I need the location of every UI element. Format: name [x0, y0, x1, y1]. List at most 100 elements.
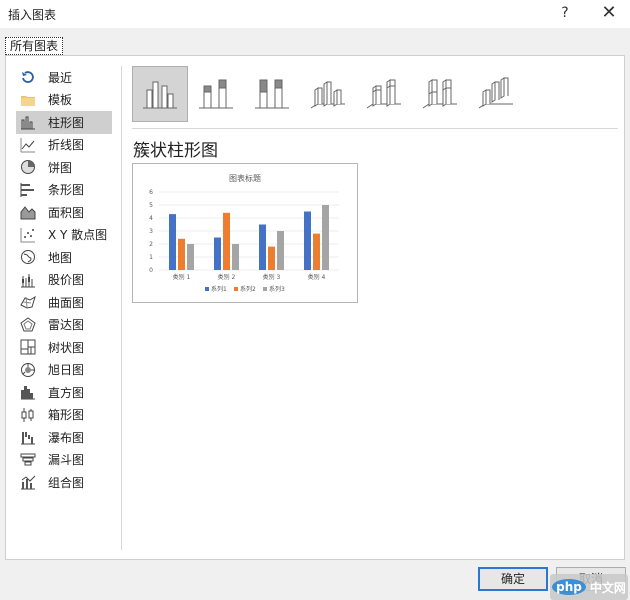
sidebar-item-label: 模板	[48, 93, 73, 108]
dialog-title: 插入图表	[8, 8, 57, 22]
title-bar: 插入图表 ? ✕	[0, 0, 630, 28]
waterfall-chart-icon	[20, 429, 36, 445]
y-tick-label: 5	[149, 202, 153, 209]
sidebar-item-label: 瀑布图	[48, 430, 85, 445]
clustered-column-icon	[141, 76, 179, 113]
close-button[interactable]: ✕	[596, 2, 622, 24]
3d-column-icon	[477, 76, 515, 113]
sidebar-item-combo-chart[interactable]: 组合图	[16, 471, 112, 494]
sidebar-item-label: 曲面图	[48, 295, 85, 310]
sidebar-item-label: 旭日图	[48, 363, 85, 378]
sidebar-item-sunburst-chart[interactable]: 旭日图	[16, 359, 112, 382]
subtype-clustered-column-button[interactable]	[132, 66, 188, 122]
sidebar-item-stock-chart[interactable]: 股价图	[16, 269, 112, 292]
legend-swatch	[205, 287, 209, 291]
watermark-badge: php	[552, 579, 586, 595]
bar-系列1-类别 3	[259, 224, 266, 270]
subtype-3d-100-stacked-column-button[interactable]	[412, 66, 468, 122]
legend-label: 系列2	[240, 285, 256, 293]
folder-icon	[20, 92, 36, 108]
chart-subtype-row	[132, 66, 524, 122]
bar-系列3-类别 4	[322, 205, 329, 270]
bar-chart-icon	[20, 182, 36, 198]
chart-title: 图表标题	[229, 173, 261, 183]
recent-icon	[20, 69, 36, 85]
sidebar-item-label: 柱形图	[48, 115, 85, 130]
bar-系列3-类别 1	[187, 244, 194, 270]
x-tick-label: 类别 3	[263, 273, 281, 281]
sidebar-item-area-chart[interactable]: 面积图	[16, 201, 112, 224]
area-chart-icon	[20, 204, 36, 220]
bar-系列2-类别 4	[313, 233, 320, 270]
radar-chart-icon	[20, 317, 36, 333]
sidebar-item-line-chart[interactable]: 折线图	[16, 134, 112, 157]
stacked-column-icon	[197, 76, 235, 113]
3d-100-stacked-column-icon	[421, 76, 459, 113]
bar-系列1-类别 4	[304, 211, 311, 270]
y-tick-label: 4	[149, 215, 153, 222]
sidebar-item-label: X Y 散点图	[48, 228, 108, 243]
sidebar-item-folder[interactable]: 模板	[16, 89, 112, 112]
combo-chart-icon	[20, 474, 36, 490]
sidebar-item-pie-chart[interactable]: 饼图	[16, 156, 112, 179]
sidebar-item-label: 直方图	[48, 385, 85, 400]
subtype-3d-stacked-column-button[interactable]	[356, 66, 412, 122]
funnel-chart-icon	[20, 452, 36, 468]
sidebar-item-histogram-chart[interactable]: 直方图	[16, 381, 112, 404]
subtype-3d-clustered-column-button[interactable]	[300, 66, 356, 122]
treemap-chart-icon	[20, 339, 36, 355]
vertical-divider	[121, 66, 122, 550]
sidebar-item-label: 地图	[48, 250, 73, 265]
box-whisker-chart-icon	[20, 407, 36, 423]
y-tick-label: 1	[149, 254, 153, 261]
sidebar-item-map-chart[interactable]: 地图	[16, 246, 112, 269]
sidebar-item-label: 股价图	[48, 273, 85, 288]
sidebar-item-label: 条形图	[48, 183, 85, 198]
subtype-3d-column-button[interactable]	[468, 66, 524, 122]
x-tick-label: 类别 2	[218, 273, 236, 281]
bar-系列2-类别 2	[223, 212, 230, 270]
stock-chart-icon	[20, 272, 36, 288]
ok-button[interactable]: 确定	[478, 567, 548, 591]
x-tick-label: 类别 1	[173, 273, 191, 281]
chart-type-list: 最近模板柱形图折线图 饼图条形图面积图 X Y 散点图 地图股价图曲面图雷达图 树状图旭…	[16, 66, 112, 494]
bar-系列2-类别 1	[178, 238, 185, 270]
legend-swatch	[263, 287, 267, 291]
horizontal-divider	[132, 128, 618, 129]
sidebar-item-funnel-chart[interactable]: 漏斗图	[16, 449, 112, 472]
3d-clustered-column-icon	[309, 76, 347, 113]
sidebar-item-surface-chart[interactable]: 曲面图	[16, 291, 112, 314]
sidebar-item-radar-chart[interactable]: 雷达图	[16, 314, 112, 337]
sidebar-item-treemap-chart[interactable]: 树状图	[16, 336, 112, 359]
y-tick-label: 6	[149, 189, 153, 196]
sidebar-item-column-chart[interactable]: 柱形图	[16, 111, 112, 134]
sidebar-item-box-whisker-chart[interactable]: 箱形图	[16, 404, 112, 427]
sidebar-item-label: 最近	[48, 70, 73, 85]
sidebar-item-recent[interactable]: 最近	[16, 66, 112, 89]
sidebar-item-label: 漏斗图	[48, 453, 85, 468]
3d-stacked-column-icon	[365, 76, 403, 113]
chart-preview[interactable]: 图表标题 0 1 2 3 4 5 6 类别 1 类别 2 类别 3 类别 4 系列1 系列2 系列3	[132, 163, 358, 303]
chart-subtype-heading: 簇状柱形图	[133, 141, 218, 161]
subtype-stacked-column-button[interactable]	[188, 66, 244, 122]
surface-chart-icon	[20, 294, 36, 310]
bar-系列2-类别 3	[268, 246, 275, 270]
histogram-chart-icon	[20, 384, 36, 400]
help-button[interactable]: ?	[554, 2, 576, 24]
legend-swatch	[234, 287, 238, 291]
map-chart-icon	[20, 249, 36, 265]
dialog-panel: 最近模板柱形图折线图 饼图条形图面积图 X Y 散点图 地图股价图曲面图雷达图 树状图旭…	[5, 55, 625, 560]
chart-preview-svg: 图表标题 0 1 2 3 4 5 6 类别 1 类别 2 类别 3 类别 4 系列1 系列2 系列3	[149, 173, 339, 293]
sunburst-chart-icon	[20, 362, 36, 378]
sidebar-item-label: 组合图	[48, 475, 85, 490]
bar-系列1-类别 1	[169, 214, 176, 270]
tab-all-charts[interactable]: 所有图表	[5, 37, 63, 55]
legend-label: 系列3	[269, 285, 285, 293]
sidebar-item-waterfall-chart[interactable]: 瀑布图	[16, 426, 112, 449]
y-tick-label: 0	[149, 267, 153, 274]
sidebar-item-scatter-chart[interactable]: X Y 散点图	[16, 224, 112, 247]
subtype-100-stacked-column-button[interactable]	[244, 66, 300, 122]
x-tick-label: 类别 4	[308, 273, 326, 281]
sidebar-item-bar-chart[interactable]: 条形图	[16, 179, 112, 202]
pie-chart-icon	[20, 159, 36, 175]
